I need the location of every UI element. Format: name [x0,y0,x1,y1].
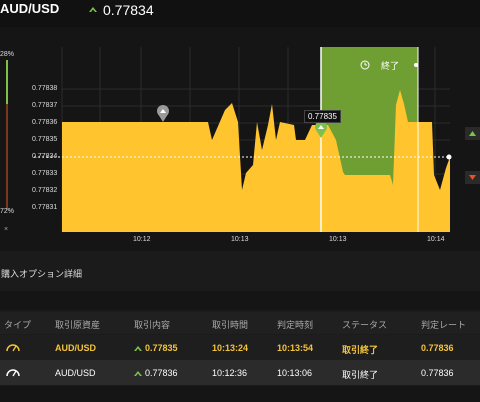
cell-asset: AUD/USD [55,343,97,353]
x-tick: 10:13 [329,236,347,243]
up-arrow-icon [89,7,97,12]
y-tick: 0.77833 [32,170,58,177]
cell-judge-time: 10:13:06 [277,368,313,378]
col-rate: 判定レート [421,320,467,330]
up-arrow-icon [469,131,476,136]
y-tick: 0.77834 [32,153,58,160]
price-chart [34,47,452,232]
y-tick: 0.77837 [32,102,58,109]
details-title: 購入オプション詳細 [1,269,83,279]
entry-price-tooltip: 0.77835 [304,110,341,123]
gauge-icon [6,369,20,377]
cell-status: 取引終了 [342,345,379,355]
cell-time: 10:12:36 [212,368,248,378]
put-button[interactable] [465,171,480,184]
y-tick: 0.77835 [32,136,58,143]
cell-rate: 0.77836 [421,343,454,353]
y-tick: 0.77836 [32,119,58,126]
cell-judge-time: 10:13:54 [277,343,314,353]
col-type: タイプ [4,320,32,330]
call-button[interactable] [465,127,480,140]
table-row[interactable]: AUD/USD 0.77835 10:13:24 10:13:54 取引終了 0… [0,335,480,360]
cell-rate: 0.77836 [421,368,454,378]
section-divider [0,291,480,310]
prev-trade-pin [157,105,169,122]
cell-time: 10:13:24 [212,343,249,353]
col-time: 取引時間 [212,320,249,330]
table-row[interactable]: AUD/USD 0.77836 10:12:36 10:13:06 取引終了 0… [0,360,480,385]
x-tick: 10:12 [133,236,151,243]
cell-content: 0.77835 [145,343,178,353]
up-arrow-icon [134,346,142,351]
x-tick: 10:13 [231,236,249,243]
header-bar [0,0,480,27]
up-arrow-icon [134,371,142,376]
current-level-dot [446,154,452,160]
expiry-label: 終了 [381,61,400,71]
cell-status: 取引終了 [342,370,379,380]
col-content: 取引内容 [134,320,171,330]
expiry-handle [414,63,418,67]
cell-content: 0.77836 [145,368,178,378]
col-judge-time: 判定時刻 [277,320,314,330]
col-asset: 取引原資産 [55,320,101,330]
footer-band [0,386,480,402]
pair-title: AUD/USD [0,1,60,16]
y-tick: 0.77838 [32,85,58,92]
gauge-icon [6,344,20,352]
y-tick: 0.77832 [32,187,58,194]
down-arrow-icon [469,175,476,180]
y-tick: 0.77831 [32,204,58,211]
x-tick: 10:14 [427,236,445,243]
cell-asset: AUD/USD [55,368,96,378]
current-price: 0.77834 [103,2,154,18]
col-status: ステータス [342,320,388,330]
